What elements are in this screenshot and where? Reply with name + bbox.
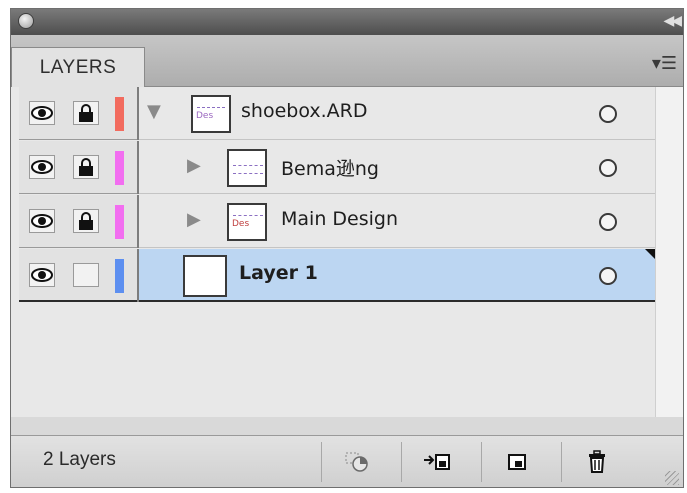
layer-row-main-design[interactable]: ▶ Des Main Design (11, 195, 655, 248)
locate-object-button[interactable] (321, 442, 391, 482)
close-button[interactable] (18, 13, 34, 29)
title-bar[interactable]: ◀◀ (11, 9, 683, 35)
make-clipping-mask-icon (423, 454, 450, 470)
lock-icon[interactable] (73, 101, 99, 125)
layer-list: ▼ Des shoebox.ARD ▶ Bema逊ng ▶ Des Main D… (11, 87, 655, 417)
collapsed-triangle-icon[interactable]: ▶ (187, 209, 201, 230)
layer-name[interactable]: Main Design (281, 208, 398, 230)
tab-row: LAYERS ▾☰ (11, 35, 683, 87)
resize-grip[interactable] (665, 471, 679, 485)
layer-name[interactable]: Layer 1 (239, 262, 318, 284)
layer-count: 2 Layers (43, 449, 116, 470)
panel-footer: 2 Layers (11, 435, 683, 487)
layer-content[interactable]: ▶ Bema逊ng (139, 141, 655, 194)
tab-layers[interactable]: LAYERS (11, 47, 145, 87)
layer-color-swatch (115, 205, 124, 239)
layer-controls (19, 195, 137, 248)
layer-row-shoebox[interactable]: ▼ Des shoebox.ARD (11, 87, 655, 140)
collapse-arrows-icon[interactable]: ◀◀ (663, 13, 681, 29)
target-circle-icon[interactable] (599, 213, 617, 231)
layer-name[interactable]: shoebox.ARD (241, 100, 367, 122)
eye-icon[interactable] (29, 155, 55, 179)
layer-color-swatch (115, 259, 124, 293)
layers-panel: ◀◀ LAYERS ▾☰ ▼ Des shoebox.ARD ▶ Bema逊ng… (10, 8, 684, 488)
layer-controls (19, 87, 137, 140)
layer-color-swatch (115, 97, 124, 131)
lock-icon[interactable] (73, 155, 99, 179)
eye-icon[interactable] (29, 209, 55, 233)
trash-icon (588, 450, 605, 473)
layer-row-bemaling[interactable]: ▶ Bema逊ng (11, 141, 655, 194)
selected-art-indicator (645, 249, 655, 259)
new-layer-button[interactable] (481, 442, 551, 482)
collapsed-triangle-icon[interactable]: ▶ (187, 155, 201, 176)
layer-thumbnail (183, 255, 227, 297)
layer-content[interactable]: Layer 1 (139, 249, 655, 302)
locate-object-icon (345, 452, 368, 472)
layer-controls (19, 249, 137, 302)
target-circle-icon[interactable] (599, 267, 617, 285)
target-circle-icon[interactable] (599, 105, 617, 123)
lock-toggle-empty[interactable] (73, 263, 99, 287)
vertical-scrollbar[interactable] (655, 87, 683, 417)
layer-thumbnail: Des (227, 203, 267, 241)
layer-thumbnail (227, 149, 267, 187)
layer-controls (19, 141, 137, 194)
delete-layer-button[interactable] (561, 442, 631, 482)
eye-icon[interactable] (29, 263, 55, 287)
layer-name[interactable]: Bema逊ng (281, 154, 379, 181)
lock-icon[interactable] (73, 209, 99, 233)
panel-menu-icon[interactable]: ▾☰ (652, 53, 677, 74)
target-circle-icon[interactable] (599, 159, 617, 177)
new-layer-icon (507, 454, 526, 470)
layer-content[interactable]: ▼ Des shoebox.ARD (139, 87, 655, 140)
layer-color-swatch (115, 151, 124, 185)
eye-icon[interactable] (29, 101, 55, 125)
layer-thumbnail: Des (191, 95, 231, 133)
expand-triangle-icon[interactable]: ▼ (147, 101, 161, 122)
make-clipping-mask-button[interactable] (401, 442, 471, 482)
layer-row-layer-1[interactable]: Layer 1 (11, 249, 655, 302)
layer-content[interactable]: ▶ Des Main Design (139, 195, 655, 248)
